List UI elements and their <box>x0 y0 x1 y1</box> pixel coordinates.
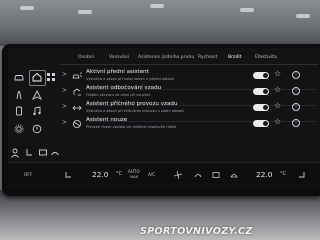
rear-turn-assist-icon <box>72 87 82 97</box>
setting-description: Převzetí řízení vozidla při zjištěné nea… <box>86 125 177 129</box>
favorite-star-icon[interactable]: ☆ <box>274 69 281 78</box>
tab-rychlost[interactable]: Rychlost <box>198 52 217 64</box>
setting-description: Výstraha a zásah při křižujícím provozu … <box>86 109 184 113</box>
info-icon[interactable]: i <box>292 71 300 79</box>
tab-varovani[interactable]: Varování <box>109 52 129 64</box>
left-temperature[interactable]: 22.0 <box>92 170 108 179</box>
tab-efektivita[interactable]: Efektivita <box>255 52 277 64</box>
toggle-knob <box>263 121 268 126</box>
right-temperature[interactable]: 22.0 <box>256 170 272 179</box>
emergency-assist-icon <box>72 119 82 129</box>
recirculation-icon[interactable] <box>194 171 202 179</box>
setting-row-emergency-assist[interactable]: > Asistent nouze Převzetí řízení vozidla… <box>60 116 318 138</box>
home-icon[interactable] <box>29 70 46 86</box>
watermark: SPORTOVNIVOZY.CZ <box>140 226 253 237</box>
navigation-icon[interactable] <box>32 90 42 100</box>
ac-button[interactable]: A/C <box>148 172 155 177</box>
cross-traffic-icon <box>72 103 82 113</box>
favorite-star-icon[interactable]: ☆ <box>274 101 281 110</box>
car-front-assist-icon <box>72 71 82 81</box>
degree-celsius-right: °C <box>280 171 286 177</box>
ceiling-light <box>240 8 254 12</box>
seat-heat-right-icon[interactable] <box>298 171 306 179</box>
toggle-switch[interactable] <box>253 104 269 111</box>
fan-icon[interactable] <box>174 171 182 179</box>
info-icon[interactable]: i <box>292 103 300 111</box>
toggle-switch[interactable] <box>253 120 269 127</box>
toggle-knob <box>263 105 268 110</box>
favorite-star-icon[interactable]: ☆ <box>274 117 281 126</box>
chevron-right-icon: > <box>62 103 68 110</box>
toggle-switch[interactable] <box>253 72 269 79</box>
setting-description: Hlídání provozu za vámi při couvání <box>86 93 151 97</box>
phone-icon[interactable] <box>14 106 24 116</box>
setting-description: Výstraha a zásah při kolizi kolem v před… <box>86 77 174 81</box>
driver-assist-icon[interactable] <box>14 90 24 100</box>
tab-osobni[interactable]: Osobní <box>78 52 94 64</box>
setting-title: Aktivní přední asistent <box>86 69 149 75</box>
climate-off-button[interactable]: OFF <box>24 172 32 177</box>
chevron-right-icon: > <box>62 71 68 78</box>
toggle-knob <box>263 89 268 94</box>
settings-tab-bar: Osobní Varování Asistence jízdního pruhu… <box>60 52 320 65</box>
chevron-right-icon: > <box>62 119 68 126</box>
tab-divider <box>60 64 318 65</box>
settings-gear-icon[interactable] <box>14 124 24 134</box>
climate-bar: OFF 22.0 °C AUTO MAX A/C 22.0 °C <box>8 162 320 187</box>
ceiling-light <box>296 14 310 18</box>
media-icon[interactable] <box>32 106 42 116</box>
chevron-right-icon: > <box>62 87 68 94</box>
auto-button[interactable]: AUTO <box>128 169 140 174</box>
ceiling-light <box>20 6 34 10</box>
tab-asistence-jizdniho-pruhu[interactable]: Asistence jízdního pruhu <box>138 52 194 64</box>
vehicle-status-icon[interactable] <box>32 124 42 134</box>
toggle-knob <box>263 73 268 78</box>
person-profile-icon[interactable] <box>10 148 20 158</box>
ceiling-light <box>78 10 92 14</box>
seat-heat-icon[interactable] <box>24 148 34 158</box>
windshield-heat-icon[interactable] <box>230 171 238 179</box>
tab-brzdit[interactable]: Brzdit <box>228 52 242 65</box>
max-button[interactable]: MAX <box>130 175 138 179</box>
car-icon[interactable] <box>14 72 24 82</box>
toggle-switch[interactable] <box>253 88 269 95</box>
favorite-star-icon[interactable]: ☆ <box>274 85 281 94</box>
apps-grid-icon[interactable] <box>46 72 56 82</box>
info-icon[interactable]: i <box>292 119 300 127</box>
rear-defrost-icon[interactable] <box>38 148 48 158</box>
seat-heat-left-icon[interactable] <box>64 171 72 179</box>
ceiling-light <box>150 4 164 8</box>
setting-title: Asistent nouze <box>86 117 128 123</box>
front-defrost-icon[interactable] <box>50 148 60 158</box>
degree-celsius-left: °C <box>116 171 122 177</box>
left-rail <box>8 48 59 158</box>
info-icon[interactable]: i <box>292 87 300 95</box>
setting-title: Asistent odbočování vzadu <box>86 85 162 91</box>
rear-window-heat-icon[interactable] <box>212 171 220 179</box>
setting-title: Asistent příčného provozu vzadu <box>86 101 178 107</box>
background-top <box>0 0 320 46</box>
